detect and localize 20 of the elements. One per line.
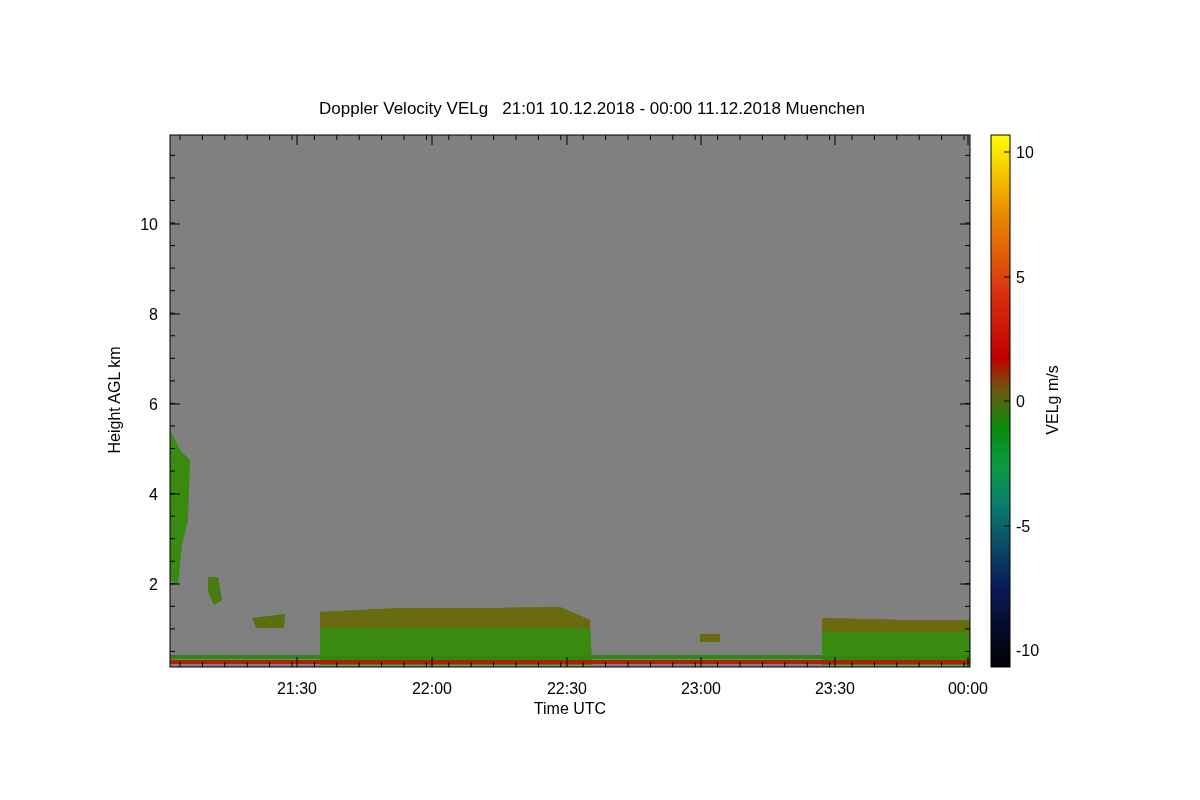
x-tick-label: 00:00 <box>948 680 988 697</box>
x-tick-label: 23:00 <box>681 680 721 697</box>
y-tick-label: 10 <box>140 216 158 233</box>
x-tick-label: 23:30 <box>815 680 855 697</box>
y-tick-label: 6 <box>149 396 158 413</box>
x-tick-label: 22:30 <box>547 680 587 697</box>
colorbar-tick-label: -5 <box>1016 518 1031 535</box>
y-axis-label: Height AGL km <box>106 346 123 454</box>
y-tick-label: 4 <box>149 486 158 503</box>
y-tick-label: 8 <box>149 306 158 323</box>
colorbar-tick-label: -10 <box>1016 642 1040 659</box>
colorbar-label: VELg m/s <box>1044 365 1061 435</box>
colorbar-tick-label: 5 <box>1016 269 1025 286</box>
colorbar-tick-label: 10 <box>1016 144 1034 161</box>
x-tick-label: 22:00 <box>412 680 452 697</box>
y-tick-label: 2 <box>149 576 158 593</box>
colorbar-tick-label: 0 <box>1016 393 1025 410</box>
chart-title: Doppler Velocity VELg 21:01 10.12.2018 - 00:00 11.12.2018 Muenchen <box>319 99 865 118</box>
x-axis-label: Time UTC <box>533 700 607 717</box>
x-tick-label: 21:30 <box>277 680 317 697</box>
